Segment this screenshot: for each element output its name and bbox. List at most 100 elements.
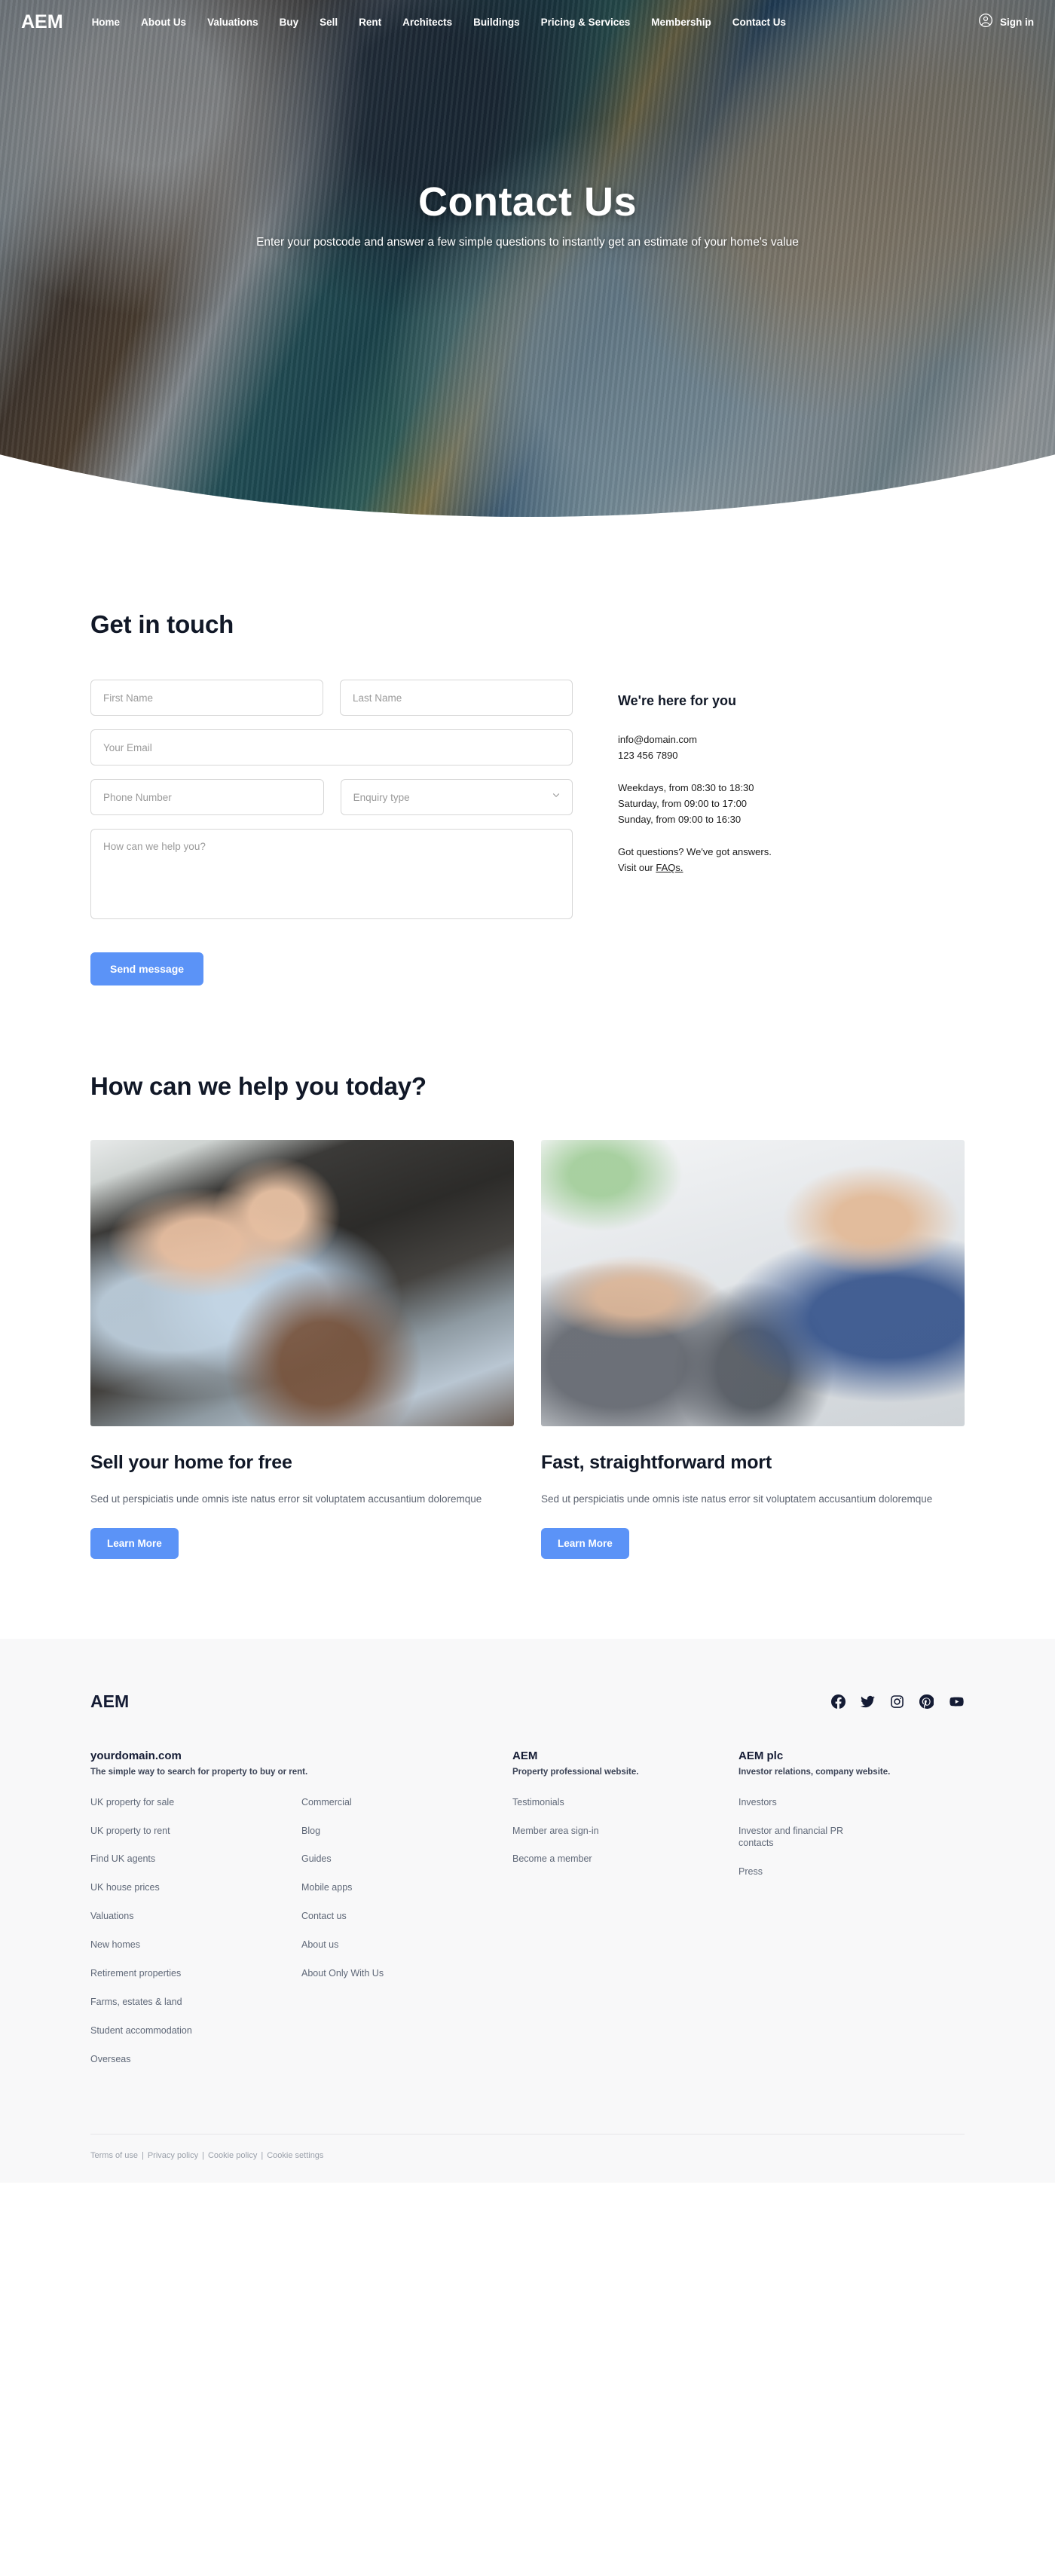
nav-item-buy[interactable]: Buy — [280, 17, 299, 28]
phone-input[interactable] — [90, 779, 324, 815]
send-message-button[interactable]: Send message — [90, 952, 204, 985]
nav-item-home[interactable]: Home — [92, 17, 121, 28]
email-row — [90, 729, 573, 765]
legal-separator: | — [141, 2151, 144, 2161]
contact-grid: Send message We're here for you info@dom… — [90, 680, 965, 985]
message-row — [90, 829, 573, 919]
faq-question-line: Got questions? We've got answers. — [618, 846, 772, 858]
pinterest-icon[interactable] — [919, 1694, 934, 1709]
learn-more-button[interactable]: Learn More — [90, 1527, 179, 1559]
cookie-settings-link[interactable]: Cookie settings — [267, 2151, 323, 2160]
user-circle-icon — [978, 13, 993, 32]
footer-link[interactable]: UK property to rent — [90, 1825, 211, 1838]
footer-column-yourdomain: yourdomain.com The simple way to search … — [90, 1749, 512, 2082]
footer-link[interactable]: Member area sign-in — [512, 1825, 633, 1838]
footer-link[interactable]: Valuations — [90, 1910, 211, 1923]
twitter-icon[interactable] — [861, 1694, 875, 1709]
legal-bar: Terms of use | Privacy policy | Cookie polic… — [90, 2134, 965, 2160]
nav-item-membership[interactable]: Membership — [651, 17, 711, 28]
nav-item-contact-us[interactable]: Contact Us — [732, 17, 786, 28]
name-row — [90, 680, 573, 716]
main-content: Get in touch First Name Last Name Your E… — [0, 527, 1055, 1627]
nav-item-about-us[interactable]: About Us — [141, 17, 186, 28]
footer-column-head: AEM — [512, 1749, 538, 1762]
footer-brand-logo[interactable]: AEM — [90, 1691, 129, 1712]
footer-link[interactable]: Retirement properties — [90, 1967, 211, 1980]
footer-link[interactable]: Investor and financial PR contacts — [738, 1825, 859, 1850]
nav-item-buildings[interactable]: Buildings — [473, 17, 520, 28]
nav-item-rent[interactable]: Rent — [359, 17, 381, 28]
nav-item-valuations[interactable]: Valuations — [207, 17, 258, 28]
sign-in-label: Sign in — [1000, 16, 1034, 28]
hero-subtitle: Enter your postcode and answer a few sim… — [256, 235, 799, 249]
help-card-text: Sed ut perspiciatis unde omnis iste natu… — [90, 1493, 482, 1505]
footer-link[interactable]: Mobile apps — [301, 1881, 422, 1894]
nav-item-pricing-services[interactable]: Pricing & Services — [541, 17, 631, 28]
help-heading: How can we help you today? — [90, 1072, 427, 1100]
faqs-link[interactable]: FAQs. — [656, 862, 683, 873]
footer-link[interactable]: Testimonials — [512, 1796, 633, 1809]
contact-phone[interactable]: 123 456 7890 — [618, 747, 897, 763]
hero-section: Contact Us Enter your postcode and answe… — [0, 0, 1055, 527]
facebook-icon[interactable] — [831, 1694, 846, 1709]
footer-link[interactable]: Student accommodation — [90, 2024, 211, 2037]
footer-link[interactable]: UK property for sale — [90, 1796, 211, 1809]
faq-prefix: Visit our — [618, 862, 656, 874]
footer: AEM yourdomain.com The simple way to sea… — [0, 1638, 1055, 2183]
footer-column-head: AEM plc — [738, 1749, 784, 1762]
footer-link[interactable]: Find UK agents — [90, 1853, 211, 1866]
message-textarea[interactable] — [90, 829, 573, 919]
footer-link[interactable]: Guides — [301, 1853, 422, 1866]
contact-form: Send message — [90, 680, 573, 985]
learn-more-button[interactable]: Learn More — [541, 1527, 629, 1559]
footer-link[interactable]: Farms, estates & land — [90, 1996, 211, 2009]
footer-link[interactable]: About Only With Us — [301, 1967, 422, 1980]
footer-link[interactable]: New homes — [90, 1939, 211, 1951]
footer-links-list-b: Commercial Blog Guides Mobile apps Conta… — [301, 1796, 512, 2082]
footer-link[interactable]: Overseas — [90, 2053, 211, 2066]
hours-weekdays: Weekdays, from 08:30 to 18:30 — [618, 782, 754, 794]
contact-info-title: We're here for you — [618, 693, 736, 708]
instagram-icon[interactable] — [890, 1694, 904, 1709]
footer-column-aem: AEM Property professional website. Testi… — [512, 1749, 738, 2082]
privacy-policy-link[interactable]: Privacy policy — [148, 2151, 198, 2160]
first-name-input[interactable] — [90, 680, 323, 716]
footer-top: AEM — [90, 1691, 965, 1712]
enquiry-type-select-wrap — [340, 779, 573, 815]
opening-hours: Weekdays, from 08:30 to 18:30 Saturday, … — [618, 780, 897, 827]
footer-link[interactable]: Blog — [301, 1825, 422, 1838]
footer-links-list-a: Testimonials Member area sign-in Become … — [512, 1796, 723, 1866]
footer-link[interactable]: Commercial — [301, 1796, 422, 1809]
sign-in-button[interactable]: Sign in — [978, 13, 1034, 32]
nav-item-architects[interactable]: Architects — [402, 17, 452, 28]
navbar: AEM Home About Us Valuations Buy Sell Re… — [0, 0, 1055, 44]
footer-link[interactable]: Become a member — [512, 1853, 633, 1866]
footer-link[interactable]: UK house prices — [90, 1881, 211, 1894]
help-card-text: Sed ut perspiciatis unde omnis iste natu… — [541, 1493, 933, 1505]
footer-link[interactable]: Investors — [738, 1796, 859, 1809]
hours-sunday: Sunday, from 09:00 to 16:30 — [618, 814, 742, 826]
footer-link[interactable]: Contact us — [301, 1910, 422, 1923]
youtube-icon[interactable] — [949, 1694, 965, 1709]
contact-email[interactable]: info@domain.com — [618, 732, 897, 747]
get-in-touch-heading: Get in touch — [90, 610, 234, 638]
contact-details: info@domain.com 123 456 7890 — [618, 732, 897, 763]
footer-link[interactable]: Press — [738, 1866, 859, 1878]
footer-column-sub: Property professional website. — [512, 1767, 639, 1777]
footer-links-list-a: Investors Investor and financial PR cont… — [738, 1796, 950, 1879]
footer-column-head: yourdomain.com — [90, 1749, 182, 1762]
enquiry-type-select[interactable] — [340, 779, 573, 815]
brand-logo[interactable]: AEM — [21, 11, 63, 33]
email-input[interactable] — [90, 729, 573, 765]
get-in-touch-section: Get in touch First Name Last Name Your E… — [83, 527, 972, 985]
footer-links-pair: UK property for sale UK property to rent… — [90, 1796, 512, 2082]
hours-saturday: Saturday, from 09:00 to 17:00 — [618, 798, 748, 810]
footer-column-sub: Investor relations, company website. — [738, 1767, 891, 1777]
contact-info: We're here for you info@domain.com 123 4… — [573, 680, 897, 985]
cookie-policy-link[interactable]: Cookie policy — [208, 2151, 257, 2160]
nav-item-sell[interactable]: Sell — [320, 17, 338, 28]
help-section: How can we help you today? Sell your hom… — [83, 985, 972, 1627]
terms-of-use-link[interactable]: Terms of use — [90, 2151, 138, 2160]
last-name-input[interactable] — [340, 680, 573, 716]
footer-link[interactable]: About us — [301, 1939, 422, 1951]
